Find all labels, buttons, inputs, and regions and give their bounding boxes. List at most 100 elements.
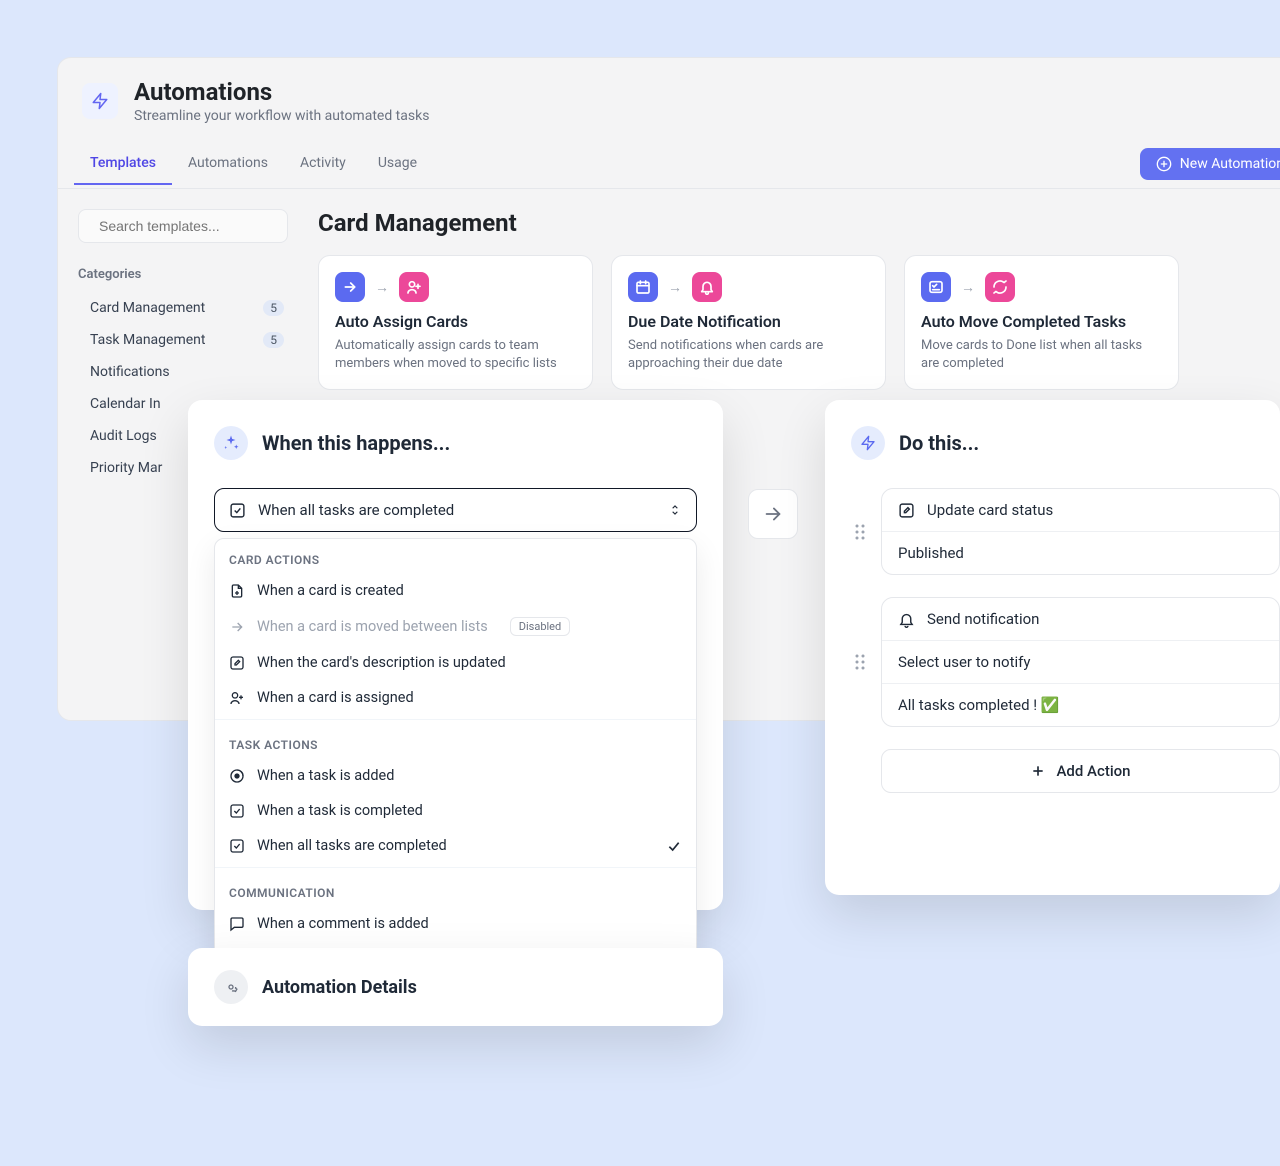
calendar-icon (628, 272, 658, 302)
action-header-row[interactable]: Send notification (882, 598, 1279, 641)
tab-activity[interactable]: Activity (284, 143, 362, 185)
dropdown-item[interactable]: When a card is assigned (215, 680, 696, 715)
categories-heading: Categories (78, 267, 288, 282)
trigger-select-value: When all tasks are completed (258, 501, 454, 519)
lightning-icon (851, 426, 885, 460)
sidebar-item-notifications[interactable]: Notifications (78, 356, 288, 388)
target-icon (229, 768, 245, 784)
action-header-row[interactable]: Update card status (882, 489, 1279, 532)
dropdown-item-label: When a card is assigned (257, 689, 414, 706)
action-value-row[interactable]: All tasks completed ! ✅ (882, 684, 1279, 726)
search-input[interactable] (99, 218, 280, 234)
arrow-right-icon (335, 272, 365, 302)
trigger-select[interactable]: When all tasks are completed (214, 488, 697, 532)
dropdown-group-label: TASK ACTIONS (215, 724, 696, 758)
sidebar-item-label: Card Management (90, 300, 205, 316)
page-header: Automations Streamline your workflow wit… (58, 58, 1280, 140)
card-title: Auto Assign Cards (335, 312, 576, 331)
card-description: Automatically assign cards to team membe… (335, 337, 576, 373)
card-description: Move cards to Done list when all tasks a… (921, 337, 1162, 373)
add-action-label: Add Action (1056, 762, 1130, 780)
action-value-row[interactable]: Published (882, 532, 1279, 574)
settings-icon (214, 970, 248, 1004)
check-all-icon (229, 838, 245, 854)
edit-square-icon (898, 502, 915, 519)
flow-arrow-icon (748, 489, 798, 539)
check-box-icon (229, 803, 245, 819)
comment-icon (229, 916, 245, 932)
tab-usage[interactable]: Usage (362, 143, 433, 185)
sidebar-item-label: Task Management (90, 332, 205, 348)
dropdown-item-label: When a task is completed (257, 802, 423, 819)
dropdown-item-disabled: When a card is moved between lists Disab… (215, 608, 696, 645)
dropdown-item-label: When the card's description is updated (257, 654, 506, 671)
count-badge: 5 (263, 300, 284, 316)
new-automation-button[interactable]: New Automation (1140, 148, 1280, 180)
template-card[interactable]: → Auto Assign Cards Automatically assign… (318, 255, 593, 390)
sparkle-icon (214, 426, 248, 460)
page-title: Automations (134, 78, 429, 106)
check-square-icon (229, 502, 246, 519)
dropdown-item-label: When a task is added (257, 767, 394, 784)
dropdown-item[interactable]: When a task is completed (215, 793, 696, 828)
dropdown-item[interactable]: When the card's description is updated (215, 645, 696, 680)
drag-handle-icon[interactable] (854, 653, 866, 671)
details-panel-title: Automation Details (262, 977, 417, 998)
add-action-button[interactable]: Add Action (881, 749, 1280, 793)
action-value-row[interactable]: Select user to notify (882, 641, 1279, 684)
dropdown-group-label: CARD ACTIONS (215, 539, 696, 573)
sidebar-item-label: Priority Mar (90, 460, 162, 476)
trigger-panel-title: When this happens... (262, 431, 450, 455)
disabled-badge: Disabled (510, 617, 570, 636)
actions-panel-title: Do this... (899, 431, 979, 455)
card-description: Send notifications when cards are approa… (628, 337, 869, 373)
template-card[interactable]: → Auto Move Completed Tasks Move cards t… (904, 255, 1179, 390)
check-icon (666, 838, 682, 854)
trigger-builder-panel: When this happens... When all tasks are … (188, 400, 723, 910)
dropdown-item[interactable]: When a comment is added (215, 906, 696, 941)
user-plus-icon (229, 690, 245, 706)
action-label: Send notification (927, 610, 1039, 628)
sidebar-item-task-management[interactable]: Task Management 5 (78, 324, 288, 356)
tab-automations[interactable]: Automations (172, 143, 284, 185)
sidebar-item-label: Notifications (90, 364, 170, 380)
bell-icon (898, 611, 915, 628)
arrow-icon: → (961, 279, 975, 296)
chevron-up-down-icon (668, 503, 682, 517)
dropdown-item-label: When all tasks are completed (257, 837, 447, 854)
file-plus-icon (229, 583, 245, 599)
card-title: Due Date Notification (628, 312, 869, 331)
template-card[interactable]: → Due Date Notification Send notificatio… (611, 255, 886, 390)
action-value: All tasks completed ! ✅ (898, 696, 1060, 714)
actions-builder-panel: Do this... Update card status Published … (825, 400, 1280, 895)
action-block: Update card status Published (881, 488, 1280, 575)
search-input-wrapper[interactable] (78, 209, 288, 243)
dropdown-item-selected[interactable]: When all tasks are completed (215, 828, 696, 863)
section-title: Card Management (318, 209, 1280, 237)
action-label: Update card status (927, 501, 1053, 519)
card-title: Auto Move Completed Tasks (921, 312, 1162, 331)
trigger-dropdown: CARD ACTIONS When a card is created When… (214, 538, 697, 972)
automation-details-panel: Automation Details (188, 948, 723, 1026)
arrow-icon: → (668, 279, 682, 296)
dropdown-group-label: COMMUNICATION (215, 872, 696, 906)
dropdown-item[interactable]: When a card is created (215, 573, 696, 608)
sidebar-item-label: Audit Logs (90, 428, 157, 444)
bell-icon (692, 272, 722, 302)
action-value: Published (898, 544, 964, 562)
page-subtitle: Streamline your workflow with automated … (134, 108, 429, 124)
plus-icon (1030, 763, 1046, 779)
tab-templates[interactable]: Templates (74, 143, 172, 185)
dropdown-item[interactable]: When a task is added (215, 758, 696, 793)
action-value: Select user to notify (898, 653, 1030, 671)
count-badge: 5 (263, 332, 284, 348)
dropdown-item-label: When a card is moved between lists (257, 618, 488, 635)
sidebar-item-card-management[interactable]: Card Management 5 (78, 292, 288, 324)
refresh-icon (985, 272, 1015, 302)
tab-bar: Templates Automations Activity Usage New… (58, 140, 1280, 189)
user-plus-icon (399, 272, 429, 302)
dropdown-item-label: When a card is created (257, 582, 404, 599)
drag-handle-icon[interactable] (854, 523, 866, 541)
lightning-icon (82, 83, 118, 119)
sidebar-item-label: Calendar In (90, 396, 161, 412)
